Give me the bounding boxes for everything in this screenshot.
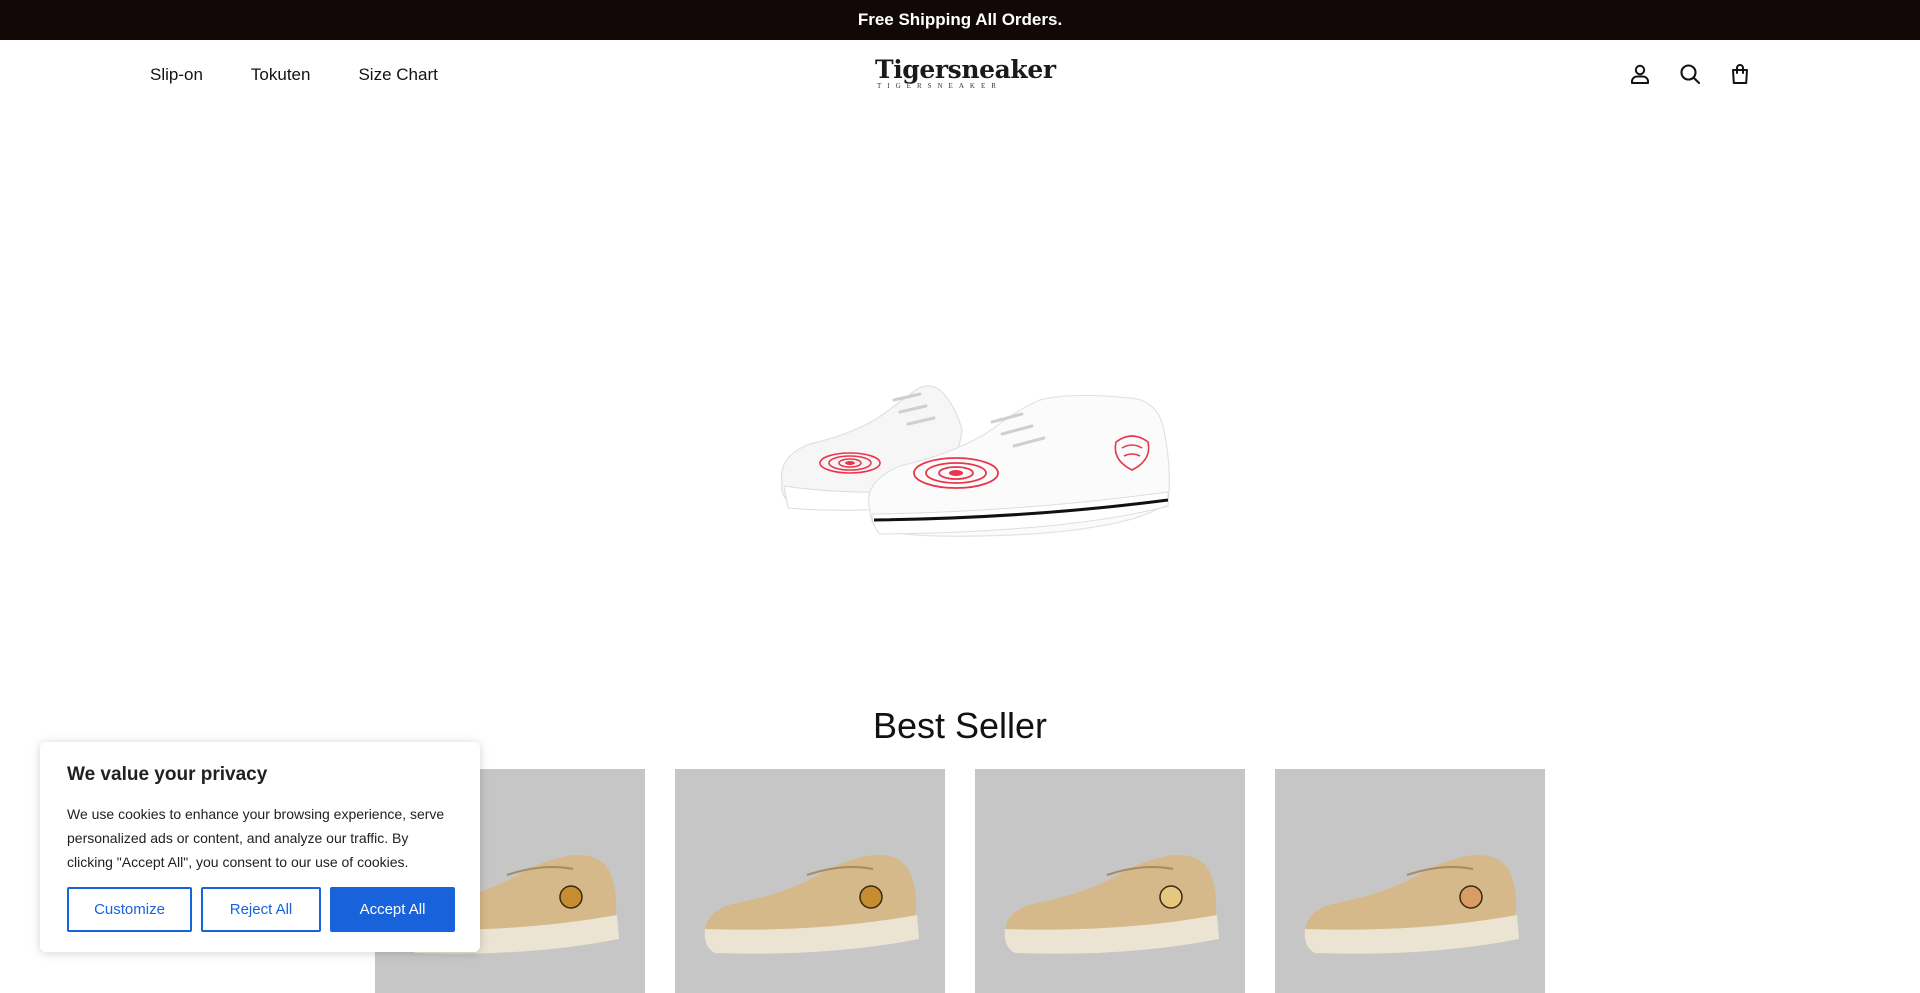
announcement-bar: Free Shipping All Orders. <box>0 0 1920 40</box>
cookie-buttons: Customize Reject All Accept All <box>67 887 455 932</box>
cookie-consent-banner: We value your privacy We use cookies to … <box>40 742 480 952</box>
account-icon[interactable] <box>1628 62 1652 86</box>
product-image-3 <box>1004 854 1219 954</box>
best-seller-grid <box>375 769 1545 993</box>
nav-link-tokuten[interactable]: Tokuten <box>251 65 311 85</box>
logo-name: Tigersneaker <box>875 54 1056 84</box>
header-icons <box>1628 62 1752 86</box>
hero-banner <box>0 110 1920 670</box>
search-icon[interactable] <box>1678 62 1702 86</box>
announcement-text: Free Shipping All Orders. <box>857 10 1063 29</box>
hero-sneaker-image <box>780 385 1170 537</box>
nav-link-size-chart[interactable]: Size Chart <box>358 65 437 85</box>
accept-all-button[interactable]: Accept All <box>330 887 455 932</box>
site-header: Slip-on Tokuten Size Chart Tigersneaker … <box>0 40 1920 110</box>
main-nav: Slip-on Tokuten Size Chart <box>150 40 438 110</box>
logo-tagline: TIGERSNEAKER <box>877 81 1002 90</box>
product-image-2 <box>704 854 919 954</box>
best-seller-title: Best Seller <box>872 705 1048 746</box>
cookie-text: We use cookies to enhance your browsing … <box>67 806 445 870</box>
cookie-title: We value your privacy <box>67 764 268 785</box>
customize-button[interactable]: Customize <box>67 887 192 932</box>
reject-all-button[interactable]: Reject All <box>201 887 321 932</box>
product-card-3[interactable] <box>975 769 1245 993</box>
nav-link-slip-on[interactable]: Slip-on <box>150 65 203 85</box>
product-card-4[interactable] <box>1275 769 1545 993</box>
cart-icon[interactable] <box>1728 62 1752 86</box>
site-logo[interactable]: Tigersneaker TIGERSNEAKER <box>871 55 1056 91</box>
product-card-2[interactable] <box>675 769 945 993</box>
product-image-4 <box>1304 854 1519 954</box>
